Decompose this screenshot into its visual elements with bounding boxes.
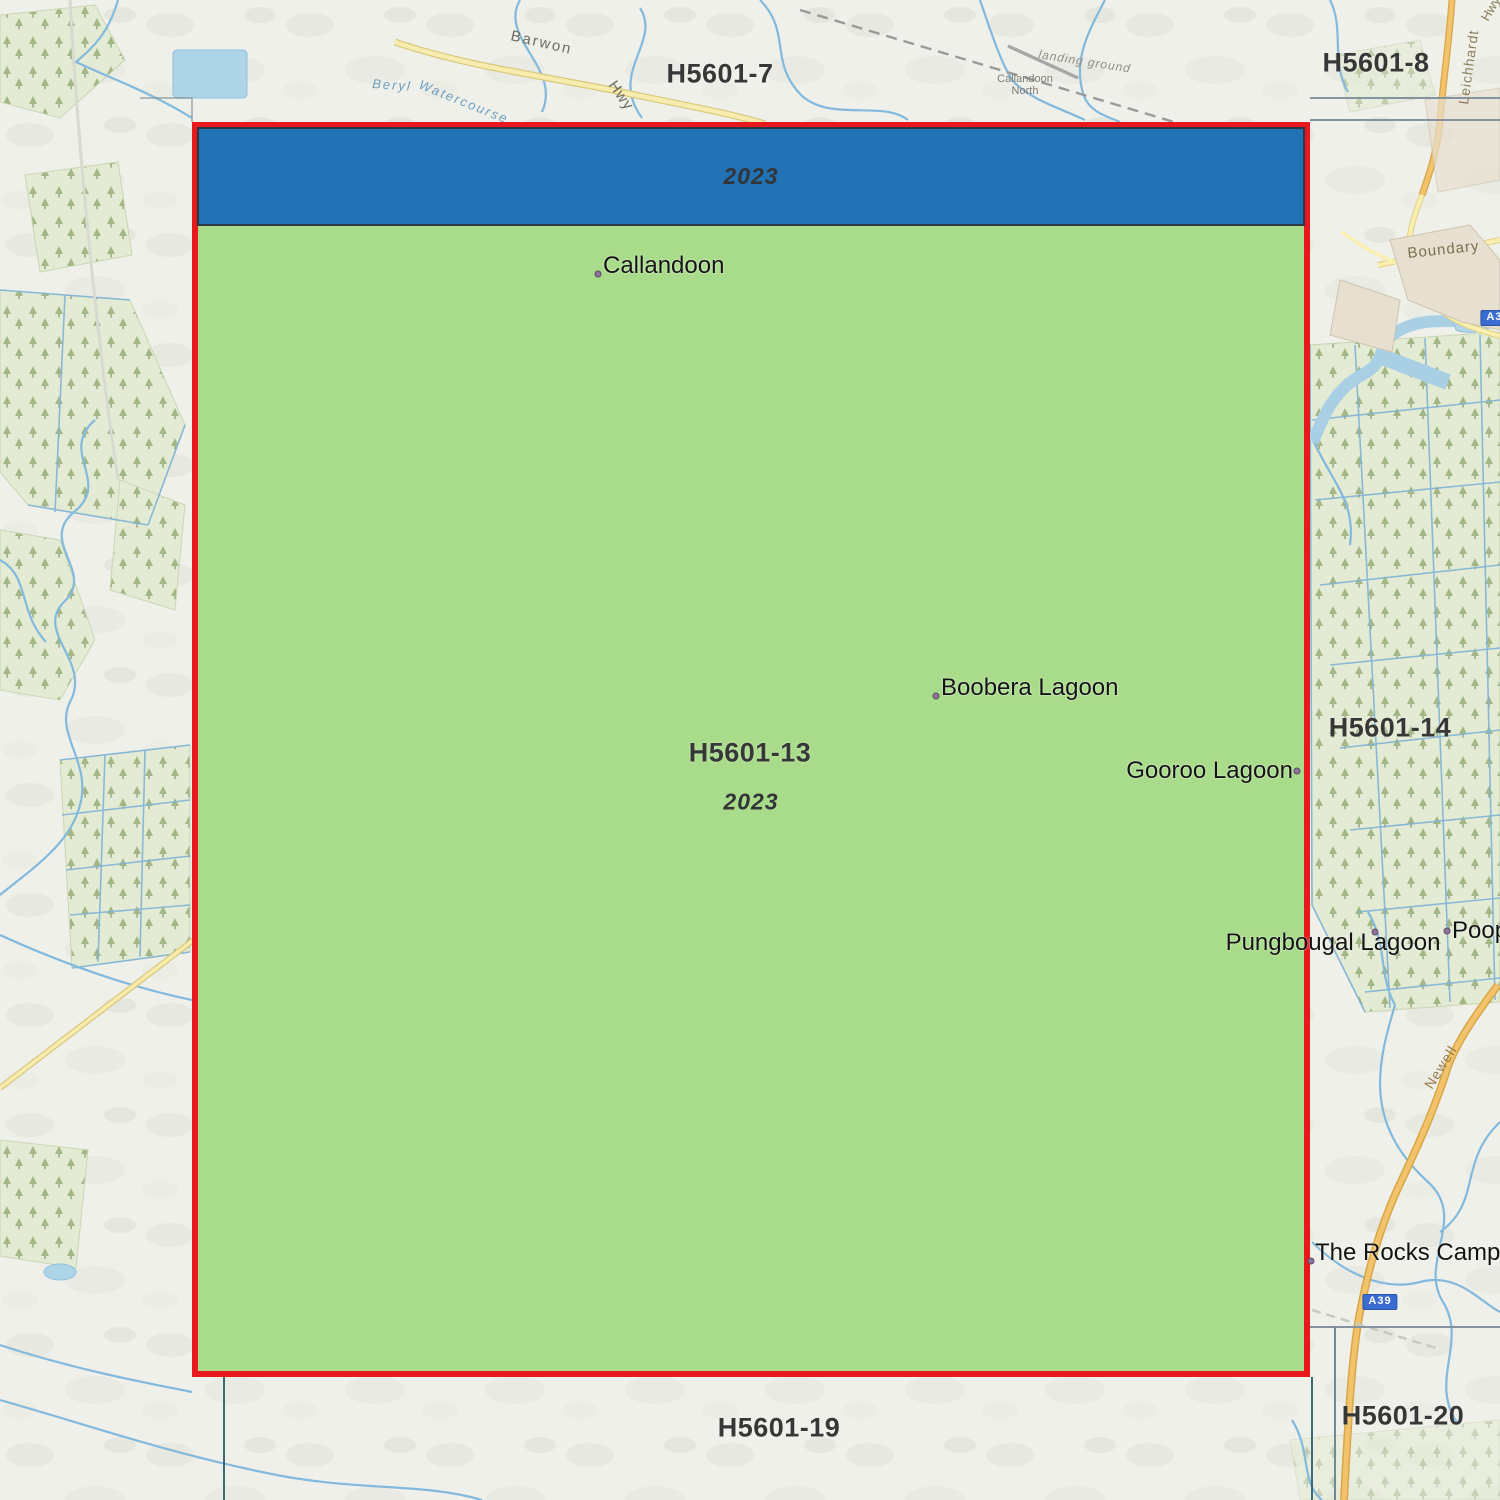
place-label-the-rocks-camp: The Rocks Camp (1315, 1239, 1500, 1267)
coverage-center-year: 2023 (723, 789, 778, 816)
sheet-label-h5601-19: H5601-19 (718, 1413, 841, 1444)
place-label-pungbougal-lagoon: Pungbougal Lagoon (1226, 929, 1441, 957)
place-label-poop-truncated: Poop (1452, 917, 1500, 945)
label-callandoon-north-2: North (1012, 85, 1039, 97)
place-label-gooroo-lagoon: Gooroo Lagoon (1126, 757, 1293, 785)
route-shield-a39: A39 (1362, 1294, 1397, 1310)
map-canvas[interactable]: Barwon Hwy Beryl Watercourse landing gro… (0, 0, 1500, 1500)
poi-dot-the-rocks-camp (1308, 1258, 1315, 1265)
band-year-label: 2023 (723, 163, 778, 190)
sheet-label-h5601-14: H5601-14 (1329, 713, 1452, 744)
place-label-boobera-lagoon: Boobera Lagoon (941, 674, 1119, 702)
place-label-callandoon: Callandoon (603, 252, 724, 280)
poi-dot-boobera-lagoon (933, 693, 940, 700)
label-callandoon-north-1: Callandoon (997, 73, 1053, 85)
poi-dot-callandoon (595, 271, 602, 278)
coverage-year-band: 2023 (197, 127, 1305, 226)
stream-label-beryl: Beryl (372, 76, 413, 94)
route-shield-a39-edge: A39 (1480, 310, 1500, 326)
poi-dot-gooroo-lagoon (1294, 768, 1301, 775)
sheet-label-h5601-13: H5601-13 (689, 738, 812, 769)
sheet-label-h5601-20: H5601-20 (1342, 1401, 1465, 1432)
sheet-label-h5601-7: H5601-7 (666, 59, 773, 90)
poi-dot-poop (1444, 928, 1451, 935)
sheet-label-h5601-8: H5601-8 (1322, 48, 1429, 79)
